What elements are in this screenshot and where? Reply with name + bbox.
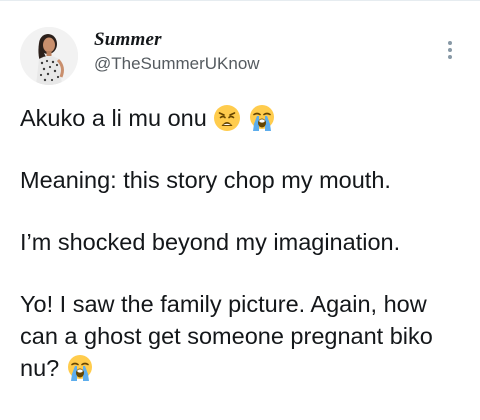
tweet-line: Akuko a li mu onu — [20, 102, 470, 134]
tweet-line-text: Akuko a li mu onu — [20, 105, 207, 131]
tweet-line: Yo! I saw the family picture. Again, how… — [20, 288, 470, 384]
weary-face-emoji — [213, 104, 241, 132]
loudly-crying-face-emoji — [66, 354, 94, 382]
avatar[interactable] — [20, 27, 78, 85]
loudly-crying-face-emoji — [248, 104, 276, 132]
tweet-line: Meaning: this story chop my mouth. — [20, 167, 391, 193]
display-name[interactable]: Summer — [94, 28, 260, 52]
tweet-line: I’m shocked beyond my imagination. — [20, 229, 401, 255]
more-vertical-icon — [442, 41, 458, 59]
tweet-author: Summer @TheSummerUKnow — [94, 28, 260, 74]
tweet-text: Akuko a li mu onu Meaning: this story ch… — [20, 102, 470, 384]
more-options-button[interactable] — [442, 38, 458, 64]
top-divider — [0, 0, 480, 1]
user-handle[interactable]: @TheSummerUKnow — [94, 54, 260, 74]
